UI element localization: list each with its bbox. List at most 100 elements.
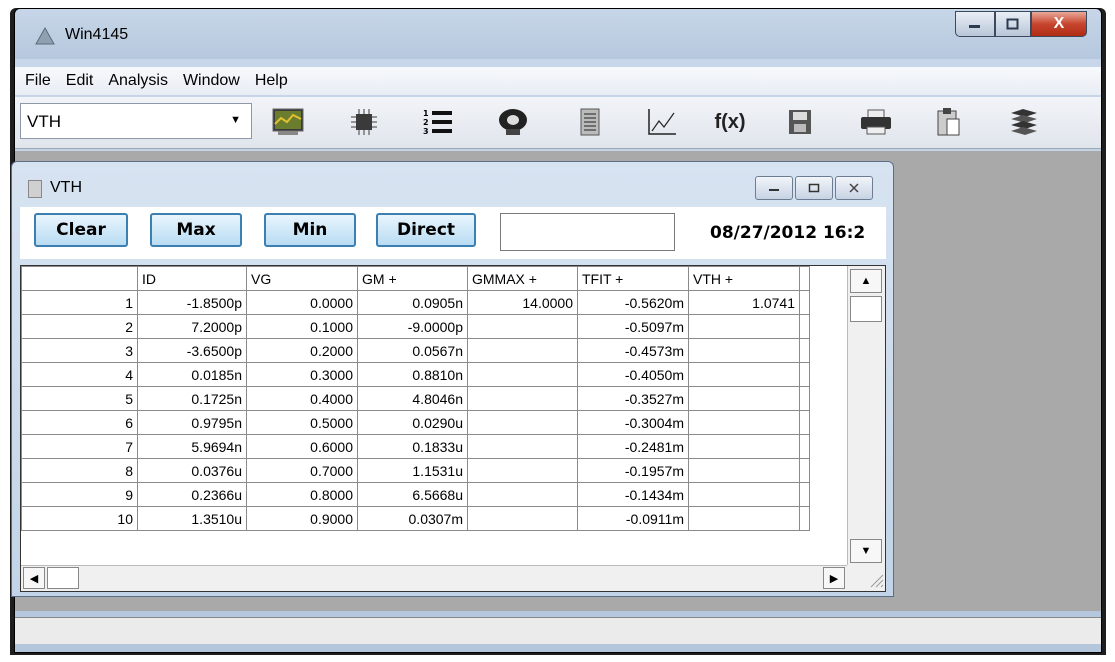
column-header[interactable]: VTH + <box>688 266 800 291</box>
table-cell[interactable]: 0.0290u <box>357 410 468 435</box>
probe-button[interactable] <box>490 101 536 143</box>
table-cell[interactable]: 0.0307m <box>357 506 468 531</box>
table-cell[interactable]: 0.5000 <box>246 410 358 435</box>
direct-input[interactable] <box>500 213 675 251</box>
table-cell[interactable]: -0.5620m <box>577 290 689 315</box>
table-cell[interactable]: 0.9795n <box>137 410 247 435</box>
vth-close-button[interactable] <box>835 176 873 200</box>
scroll-left-button[interactable]: ◀ <box>23 567 45 589</box>
table-cell[interactable]: -9.0000p <box>357 314 468 339</box>
table-cell[interactable] <box>688 314 800 339</box>
table-cell-empty[interactable] <box>799 482 810 507</box>
table-cell-empty[interactable] <box>799 434 810 459</box>
row-number[interactable]: 1 <box>21 290 138 315</box>
table-cell[interactable]: 0.3000 <box>246 362 358 387</box>
stack-button[interactable] <box>1001 101 1047 143</box>
min-button[interactable]: Min <box>264 213 356 247</box>
table-cell[interactable]: -0.4050m <box>577 362 689 387</box>
minimize-button[interactable] <box>955 11 995 37</box>
menu-file[interactable]: File <box>25 72 51 90</box>
table-cell[interactable] <box>467 434 578 459</box>
table-cell[interactable]: 6.5668u <box>357 482 468 507</box>
horizontal-scrollbar[interactable]: ◀ ▶ <box>21 565 847 591</box>
column-header[interactable]: ID <box>137 266 247 291</box>
column-header[interactable]: GM + <box>357 266 468 291</box>
table-cell-empty[interactable] <box>799 386 810 411</box>
table-cell[interactable]: 0.6000 <box>246 434 358 459</box>
scroll-right-button[interactable]: ▶ <box>823 567 845 589</box>
row-number[interactable]: 9 <box>21 482 138 507</box>
table-cell[interactable]: 0.1000 <box>246 314 358 339</box>
maximize-button[interactable] <box>995 11 1031 37</box>
table-cell[interactable]: -3.6500p <box>137 338 247 363</box>
column-header-empty[interactable] <box>799 266 810 291</box>
table-cell[interactable]: 1.0741 <box>688 290 800 315</box>
vth-maximize-button[interactable] <box>795 176 833 200</box>
table-cell[interactable]: 0.2000 <box>246 338 358 363</box>
table-cell[interactable] <box>467 482 578 507</box>
vertical-scroll-thumb[interactable] <box>850 296 882 322</box>
row-header-corner[interactable] <box>21 266 138 291</box>
table-cell[interactable] <box>688 410 800 435</box>
table-cell[interactable]: 0.1725n <box>137 386 247 411</box>
test-select[interactable]: VTH ▼ <box>20 103 252 139</box>
table-cell-empty[interactable] <box>799 338 810 363</box>
table-cell[interactable]: 1.3510u <box>137 506 247 531</box>
table-cell[interactable] <box>688 338 800 363</box>
table-cell[interactable]: -0.3527m <box>577 386 689 411</box>
sequence-button[interactable]: 1 2 3 <box>415 101 461 143</box>
title-bar[interactable]: Win4145 X <box>15 9 1101 59</box>
max-button[interactable]: Max <box>150 213 242 247</box>
menu-window[interactable]: Window <box>183 72 240 90</box>
clipboard-button[interactable] <box>925 101 971 143</box>
scroll-up-button[interactable]: ▲ <box>850 269 882 293</box>
table-cell[interactable]: 0.0905n <box>357 290 468 315</box>
menu-edit[interactable]: Edit <box>66 72 94 90</box>
row-number[interactable]: 7 <box>21 434 138 459</box>
vth-minimize-button[interactable] <box>755 176 793 200</box>
table-cell[interactable]: 0.8810n <box>357 362 468 387</box>
table-cell[interactable]: 0.0567n <box>357 338 468 363</box>
table-cell[interactable]: -0.1957m <box>577 458 689 483</box>
table-cell[interactable]: 7.2000p <box>137 314 247 339</box>
row-number[interactable]: 8 <box>21 458 138 483</box>
table-cell[interactable]: 0.4000 <box>246 386 358 411</box>
table-cell[interactable] <box>688 434 800 459</box>
clear-button[interactable]: Clear <box>34 213 128 247</box>
close-button[interactable]: X <box>1031 11 1087 37</box>
column-header[interactable]: GMMAX + <box>467 266 578 291</box>
table-cell[interactable]: 0.0185n <box>137 362 247 387</box>
menu-help[interactable]: Help <box>255 72 288 90</box>
save-button[interactable] <box>777 101 823 143</box>
graph-button[interactable] <box>265 101 311 143</box>
table-cell[interactable] <box>467 386 578 411</box>
vertical-scrollbar[interactable]: ▲ ▼ <box>847 266 885 566</box>
table-cell[interactable] <box>688 482 800 507</box>
table-cell[interactable]: -0.0911m <box>577 506 689 531</box>
table-cell[interactable] <box>467 506 578 531</box>
table-cell[interactable]: 0.1833u <box>357 434 468 459</box>
direct-button[interactable]: Direct <box>376 213 476 247</box>
table-cell[interactable]: 4.8046n <box>357 386 468 411</box>
table-cell-empty[interactable] <box>799 506 810 531</box>
table-cell[interactable] <box>688 506 800 531</box>
scroll-down-button[interactable]: ▼ <box>850 539 882 563</box>
table-cell[interactable] <box>688 386 800 411</box>
table-cell[interactable]: 0.8000 <box>246 482 358 507</box>
row-number[interactable]: 2 <box>21 314 138 339</box>
plot-button[interactable] <box>639 101 685 143</box>
menu-analysis[interactable]: Analysis <box>108 72 168 90</box>
table-cell[interactable] <box>467 410 578 435</box>
size-grip[interactable] <box>847 565 885 591</box>
table-cell[interactable]: -0.4573m <box>577 338 689 363</box>
column-header[interactable]: TFIT + <box>577 266 689 291</box>
row-number[interactable]: 3 <box>21 338 138 363</box>
table-cell[interactable]: -1.8500p <box>137 290 247 315</box>
table-cell[interactable]: -0.5097m <box>577 314 689 339</box>
table-cell[interactable]: 0.2366u <box>137 482 247 507</box>
table-cell-empty[interactable] <box>799 314 810 339</box>
table-cell[interactable] <box>688 458 800 483</box>
table-cell[interactable]: 0.7000 <box>246 458 358 483</box>
function-button[interactable]: f(x) <box>707 101 753 143</box>
table-cell[interactable] <box>467 338 578 363</box>
